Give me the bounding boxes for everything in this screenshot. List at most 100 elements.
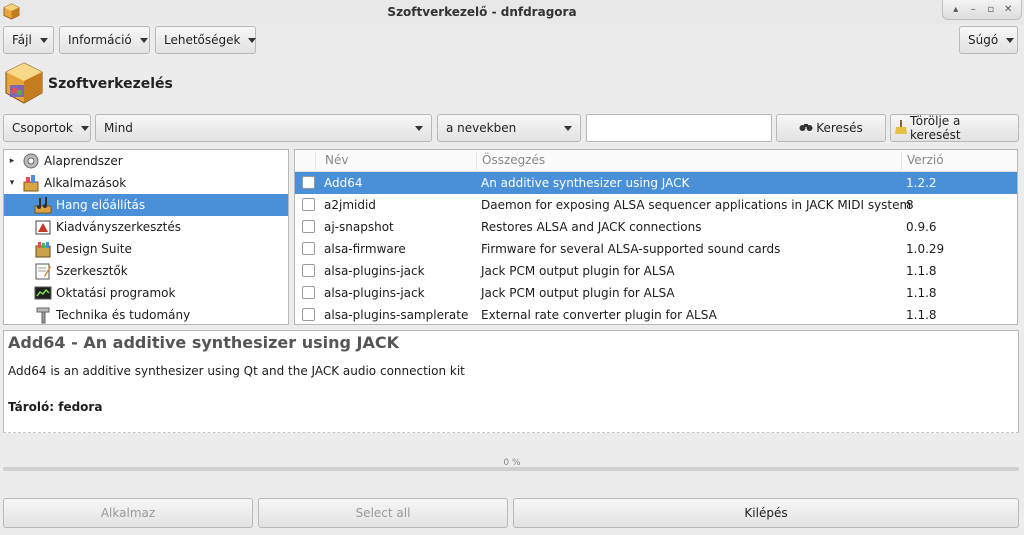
groups-dropdown[interactable]: Csoportok: [3, 114, 91, 142]
science-icon: [34, 306, 52, 324]
filter-select[interactable]: Mind: [95, 114, 432, 142]
package-checkbox[interactable]: [302, 308, 315, 321]
column-separator: [476, 152, 477, 170]
software-manager-logo: [4, 61, 44, 105]
apply-button[interactable]: Alkalmaz: [3, 498, 253, 528]
package-row[interactable]: aj-snapshot Restores ALSA and JACK connec…: [295, 216, 1017, 238]
tree-item[interactable]: Oktatási programok: [4, 282, 288, 304]
clear-search-button[interactable]: Törölje a keresést: [890, 114, 1019, 142]
tree-item-label: Szerkesztők: [56, 264, 128, 278]
help-menu-button[interactable]: Súgó: [959, 26, 1018, 54]
gear-icon: [22, 152, 40, 170]
tree-item[interactable]: Kiadványszerkesztés: [4, 216, 288, 238]
package-summary: Jack PCM output plugin for ALSA: [481, 286, 675, 300]
package-list[interactable]: Név Összegzés Verzió Add64 An additive sy…: [294, 149, 1018, 325]
help-menu-label: Súgó: [968, 33, 999, 47]
package-version: 1.1.8: [906, 264, 937, 278]
tree-item[interactable]: ▸ Alaprendszer: [4, 150, 288, 172]
window-controls: ▴ – ▫ ✕: [942, 0, 1022, 20]
broom-icon: [895, 119, 907, 137]
minimize-icon[interactable]: –: [966, 3, 980, 17]
tree-item-label: Hang előállítás: [56, 198, 146, 212]
dropdown-arrow-icon: [80, 125, 89, 131]
tree-item[interactable]: Hang előállítás: [4, 194, 288, 216]
column-separator: [315, 152, 316, 170]
tree-item[interactable]: Design Suite: [4, 238, 288, 260]
maximize-icon[interactable]: ▫: [984, 3, 998, 17]
dropdown-arrow-icon: [564, 125, 572, 131]
search-button[interactable]: Keresés: [776, 114, 886, 142]
editor-icon: [34, 262, 52, 280]
package-row[interactable]: a2jmidid Daemon for exposing ALSA sequenc…: [295, 194, 1017, 216]
tree-item-label: Kiadványszerkesztés: [56, 220, 181, 234]
package-name: alsa-plugins-jack: [324, 264, 425, 278]
column-separator: [901, 152, 902, 170]
design-icon: [34, 240, 52, 258]
package-name: alsa-plugins-samplerate: [324, 308, 469, 322]
package-summary: An additive synthesizer using JACK: [481, 176, 690, 190]
package-name: a2jmidid: [324, 198, 376, 212]
tree-item-label: Design Suite: [56, 242, 132, 256]
package-row[interactable]: alsa-firmware Firmware for several ALSA-s…: [295, 238, 1017, 260]
column-header-name[interactable]: Név: [325, 153, 348, 167]
package-summary: External rate converter plugin for ALSA: [481, 308, 717, 322]
window-title: Szoftverkezelő - dnfdragora: [387, 5, 577, 19]
tree-item[interactable]: Technika és tudomány: [4, 304, 288, 324]
match-field-select[interactable]: a nevekben: [437, 114, 581, 142]
package-name: alsa-plugins-jack: [324, 286, 425, 300]
dropdown-arrow-icon: [415, 125, 423, 131]
tree-item[interactable]: ▾ Alkalmazások: [4, 172, 288, 194]
education-icon: [34, 284, 52, 302]
package-checkbox[interactable]: [302, 264, 315, 277]
package-version: 1.2.2: [906, 176, 937, 190]
package-row[interactable]: alsa-plugins-samplerate External rate con…: [295, 304, 1017, 324]
package-checkbox[interactable]: [302, 242, 315, 255]
dropdown-arrow-icon: [1006, 37, 1015, 43]
package-summary: Jack PCM output plugin for ALSA: [481, 264, 675, 278]
expanded-arrow-icon[interactable]: ▾: [6, 177, 18, 189]
tree-item[interactable]: Szerkesztők: [4, 260, 288, 282]
package-row[interactable]: alsa-plugins-jack Jack PCM output plugin …: [295, 260, 1017, 282]
file-menu-button[interactable]: Fájl: [3, 26, 54, 54]
select-all-button[interactable]: Select all: [258, 498, 508, 528]
package-summary: Restores ALSA and JACK connections: [481, 220, 702, 234]
quit-button[interactable]: Kilépés: [513, 498, 1019, 528]
package-summary: Daemon for exposing ALSA sequencer appli…: [481, 198, 912, 212]
search-button-label: Keresés: [816, 121, 863, 135]
package-version: 1.1.8: [906, 286, 937, 300]
tree-item-label: Alaprendszer: [44, 154, 123, 168]
info-menu-button[interactable]: Információ: [59, 26, 150, 54]
tree-item-label: Oktatási programok: [56, 286, 176, 300]
filter-value: Mind: [104, 121, 133, 135]
dropdown-arrow-icon: [248, 37, 257, 43]
description-text: Add64 is an additive synthesizer using Q…: [8, 364, 465, 378]
search-input[interactable]: [586, 114, 772, 142]
category-tree[interactable]: ▸ Alaprendszer ▾ Alkalmazások Hang előállítá…: [3, 149, 289, 325]
package-checkbox[interactable]: [302, 220, 315, 233]
package-checkbox[interactable]: [302, 286, 315, 299]
info-menu-label: Információ: [68, 33, 132, 47]
applications-icon: [22, 174, 40, 192]
up-icon[interactable]: ▴: [949, 3, 963, 17]
package-version: 1.0.29: [906, 242, 945, 256]
tree-item-label: Alkalmazások: [44, 176, 127, 190]
close-icon[interactable]: ✕: [1001, 3, 1015, 17]
collapsed-arrow-icon[interactable]: ▸: [6, 155, 18, 167]
package-version: 8: [906, 198, 914, 212]
groups-label: Csoportok: [12, 121, 73, 135]
package-checkbox[interactable]: [302, 176, 315, 189]
publishing-icon: [34, 218, 52, 236]
package-checkbox[interactable]: [302, 198, 315, 211]
package-row[interactable]: Add64 An additive synthesizer using JACK 1…: [295, 172, 1017, 194]
options-menu-button[interactable]: Lehetőségek: [155, 26, 257, 54]
column-header-version[interactable]: Verzió: [907, 153, 944, 167]
music-icon: [34, 196, 52, 214]
column-header-summary[interactable]: Összegzés: [482, 153, 545, 167]
package-row[interactable]: alsa-plugins-jack Jack PCM output plugin …: [295, 282, 1017, 304]
file-menu-label: Fájl: [12, 33, 32, 47]
package-summary: Firmware for several ALSA-supported soun…: [481, 242, 781, 256]
page-title: Szoftverkezelés: [48, 76, 173, 92]
match-value: a nevekben: [446, 121, 517, 135]
description-repository: Tároló: fedora: [8, 400, 103, 414]
description-title: Add64 - An additive synthesizer using JA…: [8, 333, 400, 352]
